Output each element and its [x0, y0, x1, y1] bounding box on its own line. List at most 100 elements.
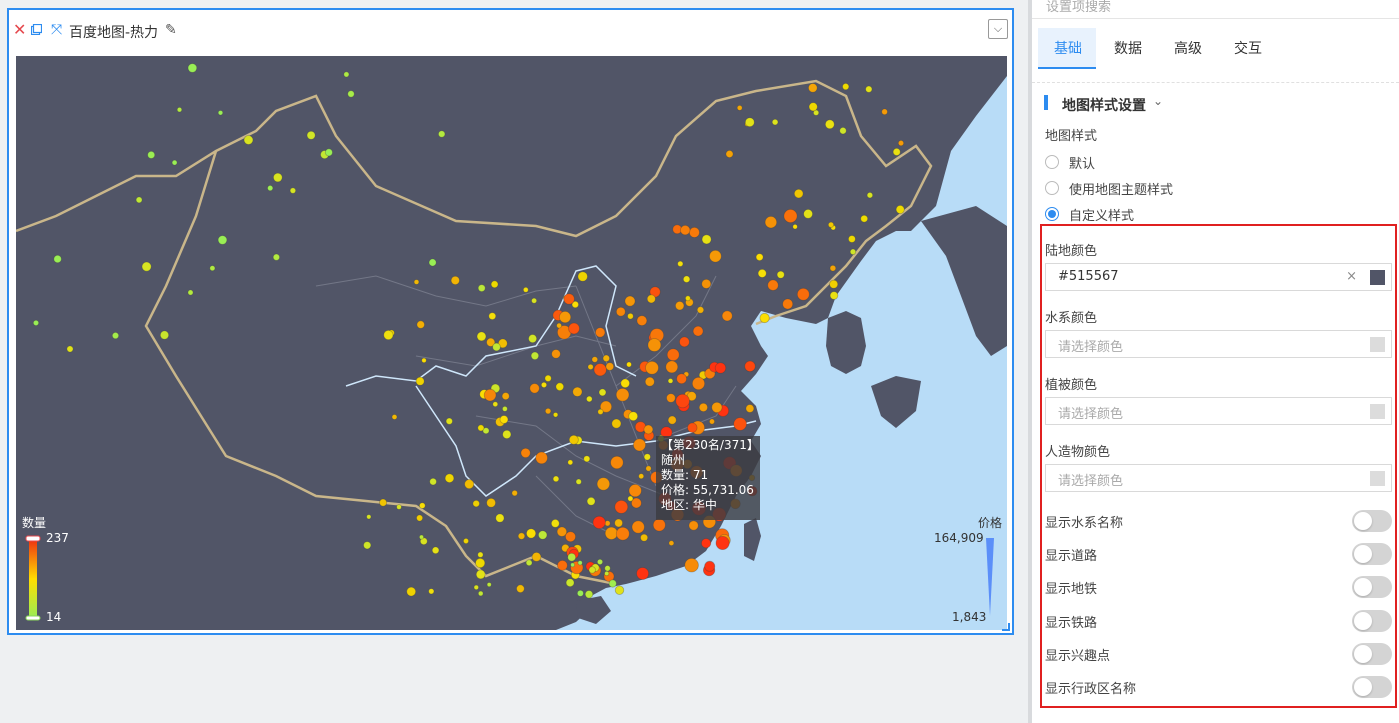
map-data-point[interactable] — [501, 392, 510, 401]
vegetation-color-field[interactable]: 请选择颜色 — [1045, 397, 1392, 425]
map-data-point[interactable] — [744, 360, 756, 373]
map-data-point[interactable] — [667, 378, 674, 384]
map-data-point[interactable] — [530, 351, 540, 360]
map-data-point[interactable] — [610, 455, 624, 470]
map-data-point[interactable] — [538, 530, 548, 540]
map-data-point[interactable] — [643, 424, 654, 435]
map-data-point[interactable] — [544, 407, 552, 415]
map-data-point[interactable] — [645, 465, 652, 472]
map-data-point[interactable] — [614, 499, 629, 514]
map-data-point[interactable] — [568, 322, 580, 335]
map-data-point[interactable] — [135, 196, 143, 204]
radio-circle[interactable] — [1045, 181, 1059, 195]
map-data-point[interactable] — [698, 402, 709, 412]
map-data-point[interactable] — [363, 541, 372, 550]
map-data-point[interactable] — [418, 534, 424, 540]
map-data-point[interactable] — [736, 105, 743, 111]
map-data-point[interactable] — [529, 383, 540, 394]
map-data-point[interactable] — [187, 63, 198, 73]
tab-interaction[interactable]: 交互 — [1234, 38, 1262, 58]
map-data-point[interactable] — [438, 130, 446, 138]
map-data-point[interactable] — [776, 270, 785, 279]
map-data-point[interactable] — [714, 362, 727, 374]
map-data-point[interactable] — [592, 515, 606, 529]
map-data-point[interactable] — [550, 518, 560, 528]
map-data-point[interactable] — [725, 150, 734, 159]
map-data-point[interactable] — [583, 455, 591, 463]
map-data-point[interactable] — [567, 459, 574, 466]
map-data-point[interactable] — [413, 279, 420, 285]
map-data-point[interactable] — [379, 498, 388, 507]
map-data-point[interactable] — [383, 329, 394, 341]
map-data-point[interactable] — [615, 526, 630, 541]
map-data-point[interactable] — [849, 248, 857, 255]
map-data-point[interactable] — [640, 533, 649, 542]
map-data-point[interactable] — [477, 590, 484, 597]
map-data-point[interactable] — [652, 518, 666, 532]
map-data-point[interactable] — [615, 387, 630, 402]
map-data-point[interactable] — [111, 331, 120, 340]
map-data-point[interactable] — [636, 567, 649, 580]
map-data-point[interactable] — [685, 295, 691, 302]
map-data-point[interactable] — [759, 312, 770, 324]
map-data-point[interactable] — [646, 294, 656, 304]
map-data-point[interactable] — [444, 473, 455, 484]
map-data-point[interactable] — [531, 551, 542, 562]
map-data-point[interactable] — [688, 520, 699, 531]
map-data-point[interactable] — [492, 401, 499, 408]
map-data-point[interactable] — [209, 265, 216, 272]
map-data-point[interactable] — [552, 412, 559, 418]
map-data-point[interactable] — [147, 150, 156, 159]
toggle-poi[interactable] — [1352, 643, 1392, 665]
map-data-point[interactable] — [757, 268, 767, 278]
map-data-point[interactable] — [552, 475, 560, 483]
map-data-point[interactable] — [700, 538, 712, 549]
map-data-point[interactable] — [611, 418, 622, 429]
map-data-point[interactable] — [490, 280, 499, 289]
map-data-point[interactable] — [416, 514, 424, 522]
expand-icon[interactable]: ⤧ — [51, 22, 62, 38]
map-canvas[interactable]: 【第230名/371】 随州 数量: 71 价格: 55,731.06 地区: … — [16, 56, 1007, 630]
map-data-point[interactable] — [643, 453, 651, 461]
map-data-point[interactable] — [558, 311, 572, 324]
map-data-point[interactable] — [691, 376, 706, 391]
map-data-point[interactable] — [807, 83, 818, 93]
map-data-point[interactable] — [576, 589, 584, 597]
resize-handle[interactable] — [1002, 623, 1010, 631]
map-data-point[interactable] — [628, 411, 639, 422]
map-data-point[interactable] — [614, 585, 625, 595]
map-data-point[interactable] — [771, 118, 779, 126]
chevron-down-icon[interactable]: ⌄ — [1153, 94, 1163, 108]
map-data-point[interactable] — [709, 418, 716, 425]
radio-circle-checked[interactable] — [1045, 207, 1059, 221]
map-data-point[interactable] — [415, 376, 425, 386]
map-data-point[interactable] — [587, 363, 594, 370]
map-data-point[interactable] — [827, 221, 835, 228]
map-data-point[interactable] — [808, 102, 818, 112]
map-data-point[interactable] — [477, 551, 484, 558]
close-icon[interactable]: ✕ — [13, 22, 26, 38]
water-color-swatch[interactable] — [1370, 337, 1385, 352]
toggle-roads[interactable] — [1352, 543, 1392, 565]
map-data-point[interactable] — [475, 569, 486, 580]
map-data-point[interactable] — [499, 415, 509, 424]
map-data-point[interactable] — [32, 319, 40, 326]
map-data-point[interactable] — [829, 264, 837, 272]
widget-menu-button[interactable]: ⌵ — [988, 19, 1008, 39]
map-data-point[interactable] — [445, 417, 453, 425]
map-data-point[interactable] — [483, 388, 497, 402]
map-data-point[interactable] — [755, 253, 764, 262]
settings-search[interactable]: 设置项搜索 — [1032, 0, 1399, 19]
map-data-point[interactable] — [793, 188, 804, 199]
map-data-point[interactable] — [476, 331, 487, 342]
map-data-point[interactable] — [679, 336, 690, 348]
map-data-point[interactable] — [544, 374, 552, 382]
map-data-point[interactable] — [591, 356, 599, 363]
map-data-point[interactable] — [792, 223, 798, 230]
map-data-point[interactable] — [475, 557, 486, 569]
tab-basic[interactable]: 基础 — [1054, 38, 1082, 58]
map-data-point[interactable] — [645, 360, 659, 375]
map-data-point[interactable] — [666, 348, 680, 362]
map-data-point[interactable] — [842, 82, 850, 91]
map-data-point[interactable] — [577, 271, 588, 282]
